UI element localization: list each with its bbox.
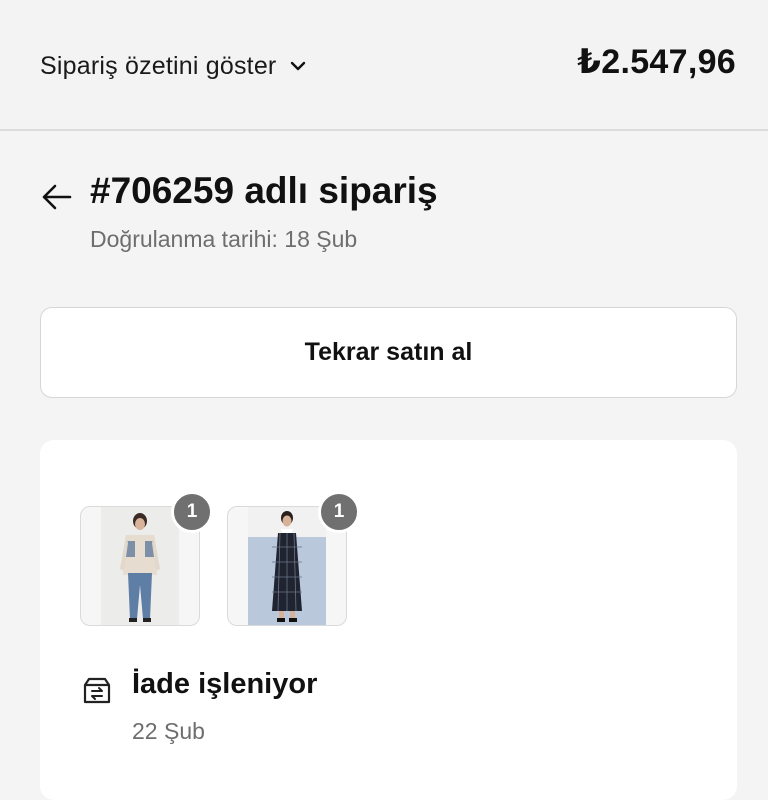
show-order-summary-label: Sipariş özetini göster xyxy=(40,51,277,80)
arrow-left-icon[interactable] xyxy=(40,180,74,214)
show-order-summary-toggle[interactable]: Sipariş özetini göster xyxy=(40,46,308,86)
order-confirmation-date: Doğrulanma tarihi: 18 Şub xyxy=(90,226,358,252)
product-image-shirt-jeans xyxy=(101,507,179,625)
order-summary-bar: Sipariş özetini göster ₺2.547,96 xyxy=(0,0,768,131)
quantity-badge: 1 xyxy=(318,491,360,533)
order-items-card: 1 1 İade işleniyor 22 Şub xyxy=(40,440,737,800)
product-thumbnail-plaid-dress[interactable]: 1 xyxy=(227,491,360,626)
chevron-down-icon xyxy=(291,61,306,71)
order-title: #706259 adlı sipariş xyxy=(90,170,438,211)
return-box-icon xyxy=(83,677,111,704)
return-status-title: İade işleniyor xyxy=(132,668,318,700)
order-total-amount: ₺2.547,96 xyxy=(577,43,736,81)
buy-again-button[interactable]: Tekrar satın al xyxy=(40,307,737,398)
quantity-badge: 1 xyxy=(171,491,213,533)
product-image-plaid-dress xyxy=(248,507,326,625)
return-status-date: 22 Şub xyxy=(132,718,205,744)
product-thumbnail-shirt-jeans[interactable]: 1 xyxy=(80,491,213,626)
